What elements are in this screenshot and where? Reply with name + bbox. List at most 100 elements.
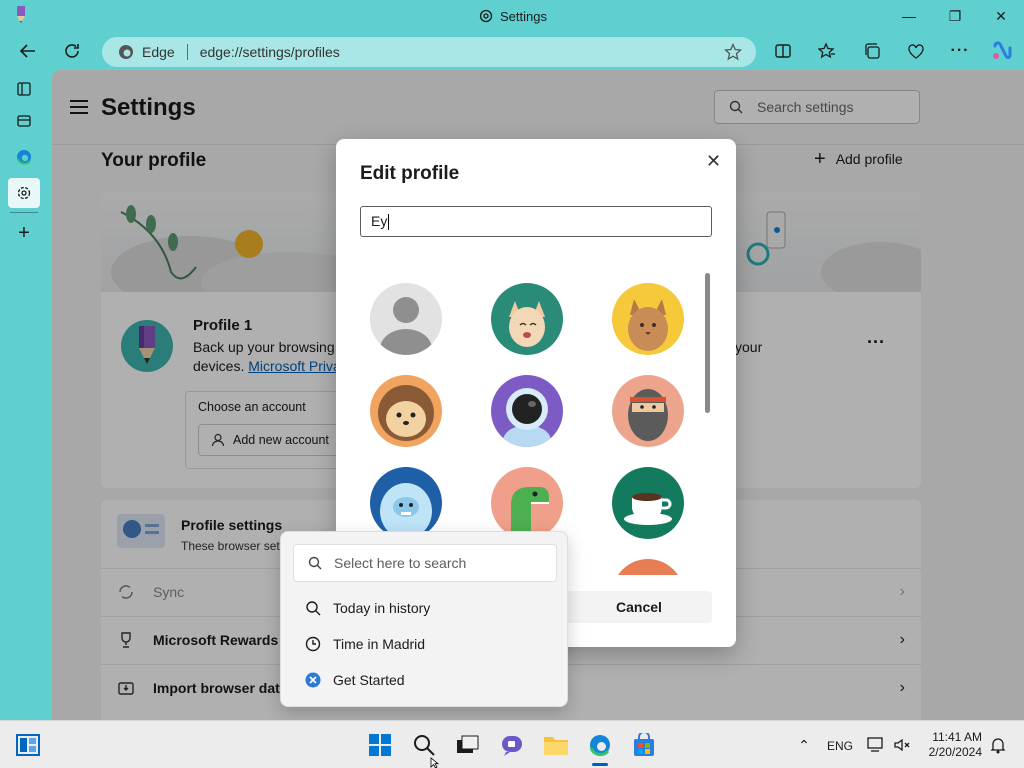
refresh-button[interactable]: [57, 36, 87, 66]
gear-icon: [479, 9, 493, 23]
network-icon: [867, 737, 883, 752]
widgets-icon: [16, 734, 40, 756]
window-title-text: Settings: [500, 8, 547, 24]
sidebar-edge[interactable]: [8, 142, 40, 172]
system-clock[interactable]: 11:41 AM 2/20/2024: [922, 730, 982, 760]
notification-bell-icon: [990, 738, 1006, 754]
sidebar-tab-actions[interactable]: [8, 74, 40, 104]
window-title: Settings: [478, 8, 547, 24]
avatar-astronaut[interactable]: [491, 375, 563, 447]
avatar-partial[interactable]: [612, 559, 684, 575]
favorites-icon: [818, 42, 835, 59]
flyout-search-input[interactable]: Select here to search: [293, 544, 557, 582]
store-button[interactable]: [630, 731, 658, 759]
browser-essentials-button[interactable]: [901, 36, 931, 66]
task-view-button[interactable]: [454, 731, 482, 759]
workspace-icon: [17, 115, 31, 127]
sidebar-workspaces[interactable]: [8, 106, 40, 136]
search-flyout: Select here to search Today in history T…: [280, 531, 568, 707]
start-button[interactable]: [366, 731, 394, 759]
flyout-search-placeholder: Select here to search: [334, 555, 467, 571]
flyout-item-history[interactable]: Today in history: [305, 600, 430, 616]
notifications-button[interactable]: [984, 731, 1012, 759]
split-screen-button[interactable]: [768, 36, 798, 66]
site-identity[interactable]: Edge: [118, 44, 175, 60]
favorites-button[interactable]: [812, 36, 842, 66]
file-explorer-button[interactable]: [542, 731, 570, 759]
clock-icon: [305, 636, 321, 652]
show-hidden-icons-button[interactable]: ⌃: [790, 731, 818, 759]
chat-icon: [502, 736, 522, 756]
sidebar-add[interactable]: +: [8, 218, 40, 248]
store-icon: [634, 733, 654, 756]
edge-icon: [589, 735, 610, 756]
task-view-icon: [457, 735, 479, 753]
more-options-button[interactable]: ···: [945, 36, 975, 66]
avatar-fox[interactable]: [491, 283, 563, 355]
edge-icon: [17, 150, 31, 165]
ellipsis-icon: ···: [950, 42, 970, 59]
plus-icon: +: [18, 221, 30, 244]
sidebar-settings[interactable]: [8, 178, 40, 208]
profile-pencil-icon[interactable]: [14, 6, 28, 24]
site-label: Edge: [142, 44, 175, 60]
taskbar: ⌃ ENG 11:41 AM 2/20/2024: [0, 720, 1024, 768]
widgets-button[interactable]: [14, 731, 42, 759]
heart-pulse-icon: [908, 44, 924, 59]
active-app-indicator: [592, 763, 608, 766]
edge-taskbar-button[interactable]: [586, 731, 614, 759]
refresh-icon: [65, 44, 79, 58]
fox-icon: [491, 283, 563, 355]
avatar-yeti[interactable]: [370, 467, 442, 539]
collections-button[interactable]: [857, 36, 887, 66]
browser-toolbar: Edge edge://settings/profiles ···: [0, 32, 1024, 70]
search-icon: [308, 556, 322, 570]
network-button[interactable]: [862, 731, 890, 759]
avatar-scrollbar[interactable]: [705, 273, 710, 413]
flyout-item-label: Get Started: [333, 672, 405, 688]
chevron-up-icon: ⌃: [798, 736, 810, 753]
search-icon: [414, 735, 435, 756]
dinosaur-icon: [491, 467, 563, 539]
edge-logo-icon: [119, 45, 133, 59]
yeti-icon: [370, 467, 442, 539]
restore-button[interactable]: ❐: [932, 4, 978, 28]
url-text[interactable]: edge://settings/profiles: [200, 44, 340, 60]
astronaut-icon: [491, 375, 563, 447]
back-button[interactable]: [13, 36, 43, 66]
settings-gear-icon: [17, 186, 31, 200]
ninja-icon: [612, 375, 684, 447]
cancel-button[interactable]: Cancel: [566, 591, 712, 623]
address-bar[interactable]: Edge edge://settings/profiles: [102, 37, 756, 67]
flyout-item-label: Today in history: [333, 600, 431, 616]
flyout-item-time[interactable]: Time in Madrid: [305, 636, 425, 652]
address-separator: [186, 44, 188, 60]
avatar-cat[interactable]: [612, 283, 684, 355]
avatar-default[interactable]: [370, 283, 442, 355]
volume-button[interactable]: [888, 731, 916, 759]
close-icon[interactable]: ✕: [706, 151, 721, 172]
teams-chat-button[interactable]: [498, 731, 526, 759]
title-bar: Settings — ❐ ✕: [0, 0, 1024, 32]
cat-icon: [612, 283, 684, 355]
text-caret: [388, 214, 390, 231]
clock-date: 2/20/2024: [928, 745, 982, 759]
avatar-hedgehog[interactable]: [370, 375, 442, 447]
profile-name-input[interactable]: Ey: [360, 206, 712, 237]
sidebar-divider: [10, 212, 38, 213]
copilot-icon: [993, 41, 1012, 59]
minimize-button[interactable]: —: [886, 4, 932, 28]
flyout-item-label: Time in Madrid: [333, 636, 426, 652]
search-icon: [306, 601, 321, 616]
avatar-dinosaur[interactable]: [491, 467, 563, 539]
search-taskbar-button[interactable]: [410, 731, 438, 759]
copilot-button[interactable]: [987, 36, 1017, 66]
close-button[interactable]: ✕: [978, 4, 1024, 28]
favorite-star-icon[interactable]: [724, 43, 742, 61]
avatar-ninja[interactable]: [612, 375, 684, 447]
language-indicator[interactable]: ENG: [827, 739, 853, 753]
get-started-icon: [305, 672, 321, 688]
avatar-coffee[interactable]: [612, 467, 684, 539]
flyout-item-get-started[interactable]: Get Started: [305, 672, 405, 688]
edge-sidebar: +: [0, 70, 48, 720]
